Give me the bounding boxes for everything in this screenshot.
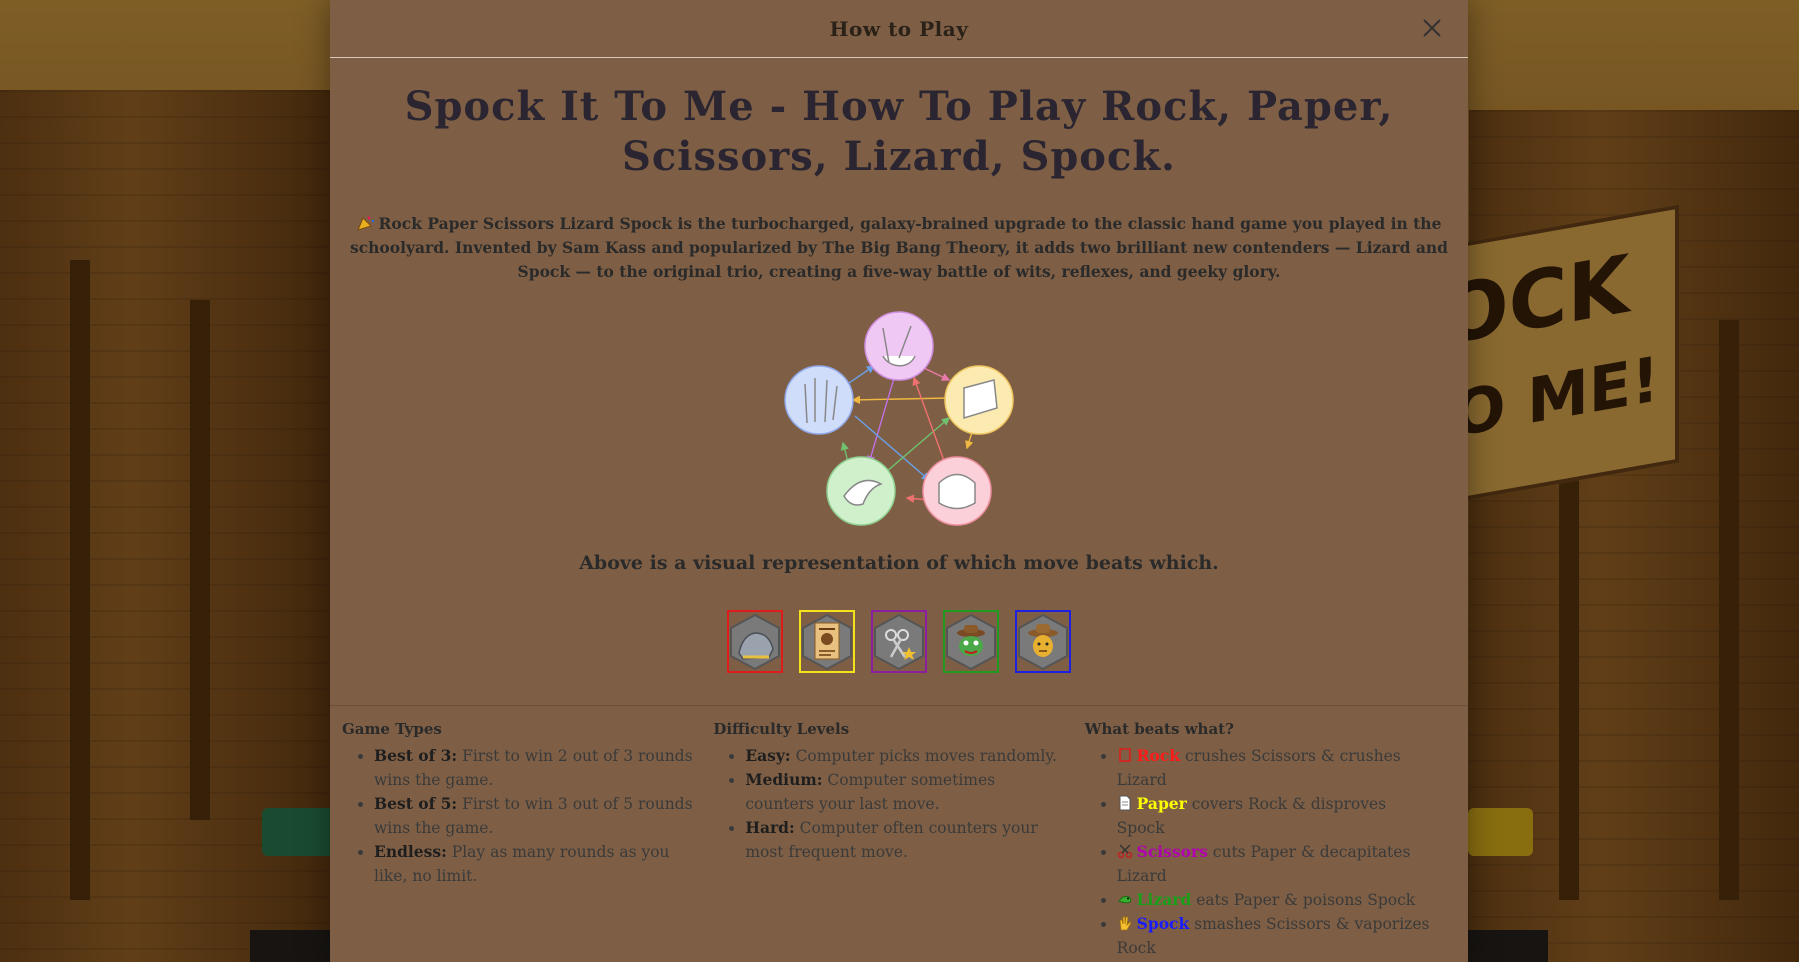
- beats-list: Rock crushes Scissors & crushes Lizard P…: [1085, 744, 1436, 960]
- item-text: Computer picks moves randomly.: [790, 747, 1057, 765]
- tile-lizard[interactable]: [943, 610, 999, 673]
- how-to-play-modal: How to Play Spock It To Me - How To Play…: [330, 0, 1468, 962]
- game-types-list: Best of 3: First to win 2 out of 3 round…: [342, 744, 693, 888]
- move-tiles: [330, 610, 1468, 673]
- beat-move-spock: Spock: [1136, 914, 1190, 933]
- vulcan-salute-emoji-icon: [1119, 916, 1132, 931]
- item-label: Easy:: [745, 746, 791, 765]
- beat-text: eats Paper & poisons Spock: [1191, 891, 1416, 909]
- tile-spock[interactable]: [1015, 610, 1071, 673]
- intro-paragraph: Rock Paper Scissors Lizard Spock is the …: [332, 212, 1466, 284]
- beat-move-rock: Rock: [1136, 746, 1181, 765]
- list-item: Scissors cuts Paper & decapitates Lizard: [1117, 840, 1436, 888]
- close-button[interactable]: [1418, 14, 1446, 42]
- scissors-emoji-icon: [1117, 844, 1132, 859]
- rock-emoji-icon: [1118, 748, 1131, 762]
- beats-heading: What beats what?: [1084, 720, 1234, 738]
- diagram-caption: Above is a visual representation of whic…: [579, 552, 1219, 574]
- beat-move-paper: Paper: [1136, 794, 1187, 813]
- item-label: Best of 3:: [374, 746, 458, 765]
- page-title: Spock It To Me - How To Play Rock, Paper…: [404, 83, 1394, 180]
- wanted-poster-icon: [802, 613, 852, 670]
- tile-rock[interactable]: [727, 610, 783, 673]
- beat-move-lizard: Lizard: [1136, 890, 1192, 909]
- list-item: Best of 3: First to win 2 out of 3 round…: [374, 744, 693, 792]
- page-emoji-icon: [1119, 795, 1131, 811]
- tile-paper[interactable]: [799, 610, 855, 673]
- list-item: Medium: Computer sometimes counters your…: [745, 768, 1064, 816]
- intro-text: Rock Paper Scissors Lizard Spock is the …: [350, 214, 1448, 281]
- item-label: Best of 5:: [374, 794, 458, 813]
- item-label: Medium:: [745, 770, 823, 789]
- diagram-node-lizard: [826, 456, 896, 526]
- beat-move-scissors: Scissors: [1136, 842, 1208, 861]
- rules-columns: Game Types Best of 3: First to win 2 out…: [330, 720, 1468, 960]
- lizard-icon: [946, 613, 996, 670]
- game-types-heading: Game Types: [342, 720, 442, 738]
- diagram-node-rock: [922, 456, 992, 526]
- list-item: Hard: Computer often counters your most …: [745, 816, 1064, 864]
- list-item: Endless: Play as many rounds as you like…: [374, 840, 693, 888]
- spock-cowboy-icon: [1018, 613, 1068, 670]
- list-item: Easy: Computer picks moves randomly.: [745, 744, 1064, 768]
- list-item: Paper covers Rock & disproves Spock: [1117, 792, 1436, 840]
- beats-diagram: [784, 311, 1014, 526]
- list-item: Lizard eats Paper & poisons Spock: [1117, 888, 1436, 912]
- diagram-node-scissors: [864, 311, 934, 381]
- diagram-node-paper: [944, 365, 1014, 435]
- lizard-emoji-icon: [1117, 896, 1131, 904]
- difficulty-heading: Difficulty Levels: [713, 720, 850, 738]
- section-divider: [330, 705, 1468, 706]
- item-label: Endless:: [374, 842, 447, 861]
- modal-header: How to Play: [330, 0, 1468, 58]
- list-item: Spock smashes Scissors & vaporizes Rock: [1117, 912, 1436, 960]
- party-popper-icon: [356, 216, 374, 231]
- close-icon: [1423, 19, 1441, 37]
- beats-column: What beats what? Rock crushes Scissors &…: [1085, 720, 1456, 960]
- modal-title: How to Play: [829, 16, 969, 41]
- difficulty-column: Difficulty Levels Easy: Computer picks m…: [713, 720, 1084, 960]
- list-item: Rock crushes Scissors & crushes Lizard: [1117, 744, 1436, 792]
- game-types-column: Game Types Best of 3: First to win 2 out…: [342, 720, 713, 960]
- difficulty-list: Easy: Computer picks moves randomly. Med…: [713, 744, 1064, 864]
- diagram-node-spock: [784, 365, 854, 435]
- list-item: Best of 5: First to win 3 out of 5 round…: [374, 792, 693, 840]
- item-label: Hard:: [745, 818, 795, 837]
- tile-scissors[interactable]: [871, 610, 927, 673]
- rock-icon: [730, 613, 780, 670]
- scissors-icon: [874, 613, 924, 670]
